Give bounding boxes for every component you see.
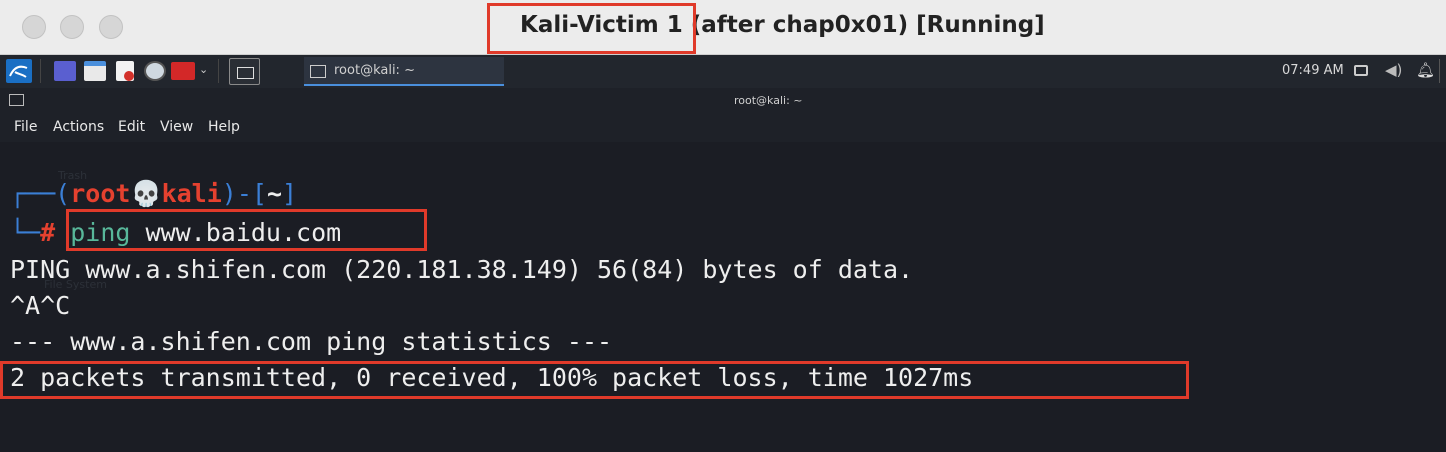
statistics-highlight [0, 361, 1189, 399]
menu-help[interactable]: Help [208, 119, 240, 135]
panel-separator [218, 59, 219, 83]
display-icon[interactable] [1354, 65, 1368, 76]
show-desktop-icon[interactable] [54, 61, 76, 81]
prompt-dir: ~ [266, 179, 283, 208]
prompt-host: kali [161, 179, 222, 208]
close-window-button[interactable] [22, 15, 46, 39]
skull-icon: 💀 [130, 179, 162, 208]
volume-icon[interactable]: ◀) [1385, 61, 1402, 79]
vm-name-highlight [487, 3, 696, 54]
prompt-line-1: ┌──(root💀kali)-[~] [10, 179, 297, 209]
command-highlight [66, 209, 427, 251]
window-title-state: (after chap0x01) [Running] [682, 12, 1045, 38]
kali-dragon-icon [9, 65, 28, 78]
taskbar-terminal-label: root@kali: ~ [334, 63, 415, 78]
host-window-titlebar: Kali-Victim 1 (after chap0x01) [Running] [0, 0, 1446, 55]
kali-menu-icon[interactable] [6, 59, 32, 83]
terminal-window-title: root@kali: ~ [734, 94, 803, 107]
file-manager-icon[interactable] [84, 61, 106, 81]
zoom-window-button[interactable] [99, 15, 123, 39]
prompt-corner: └─ [10, 218, 41, 247]
panel-separator [1439, 59, 1440, 83]
text-editor-icon[interactable] [116, 61, 134, 81]
terminal-launcher-icon[interactable] [229, 58, 260, 85]
menu-edit[interactable]: Edit [118, 119, 145, 135]
terminal-menubar: File Actions Edit View Help [0, 112, 1446, 142]
web-browser-icon[interactable] [144, 61, 166, 81]
chevron-down-icon[interactable]: ⌄ [199, 63, 208, 76]
panel-clock[interactable]: 07:49 AM [1282, 63, 1344, 78]
prompt-hash: # [40, 218, 56, 247]
prompt-mid: )-[ [221, 179, 267, 208]
menu-view[interactable]: View [160, 119, 193, 135]
red-app-icon[interactable] [171, 62, 195, 80]
menu-file[interactable]: File [14, 119, 37, 135]
terminal-output-area[interactable]: Trash File System ┌──(root💀kali)-[~] └─#… [0, 142, 1446, 452]
terminal-window-titlebar: root@kali: ~ [0, 88, 1446, 112]
editor-badge-icon [124, 71, 134, 81]
terminal-icon [310, 65, 326, 78]
kali-top-panel: ⌄ root@kali: ~ 07:49 AM ◀) 🔔︎ [0, 55, 1446, 88]
panel-separator [40, 59, 41, 83]
output-line-2: ^A^C [10, 291, 71, 320]
prompt-open: ┌──( [10, 179, 71, 208]
menu-actions[interactable]: Actions [53, 119, 104, 135]
output-line-1: PING www.a.shifen.com (220.181.38.149) 5… [10, 255, 914, 284]
minimize-window-button[interactable] [60, 15, 84, 39]
taskbar-terminal-button[interactable]: root@kali: ~ [304, 57, 504, 86]
output-line-3: --- www.a.shifen.com ping statistics --- [10, 327, 613, 356]
terminal-window-icon[interactable] [9, 94, 24, 106]
notification-bell-icon[interactable]: 🔔︎ [1416, 61, 1435, 79]
prompt-user: root [70, 179, 131, 208]
prompt-close: ] [282, 179, 298, 208]
terminal-glyph-icon [237, 67, 254, 79]
